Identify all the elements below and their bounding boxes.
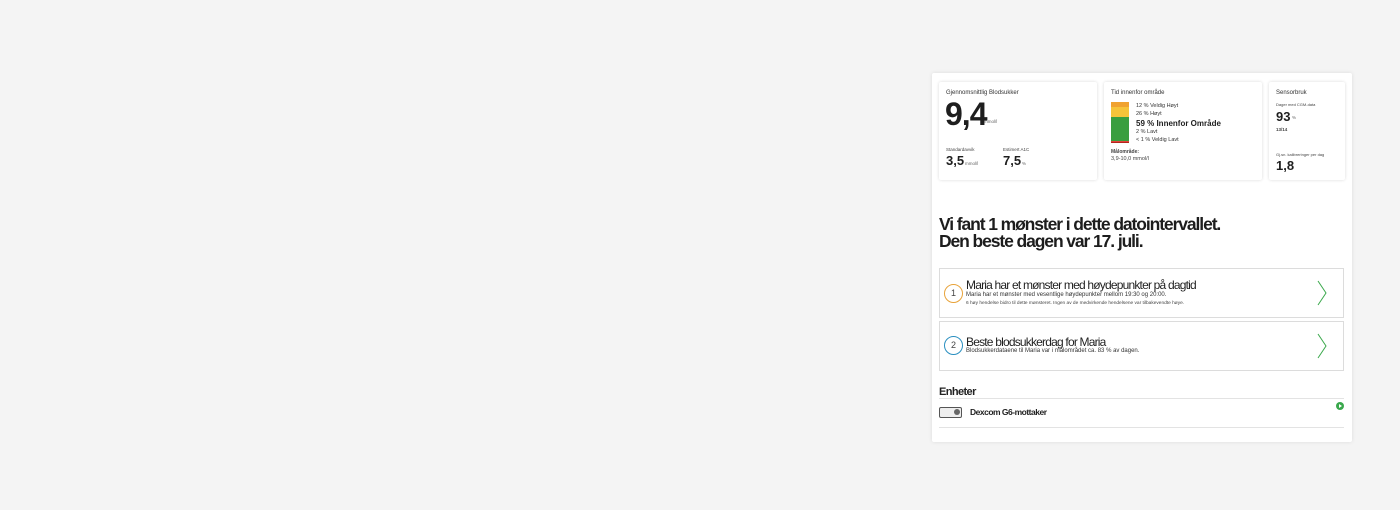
a1c-unit: % [1022, 161, 1027, 166]
a1c-label: Estimert A1C [1003, 147, 1030, 152]
tir-segment-high [1111, 106, 1129, 118]
avg-glucose-card: Gjennomsnittlig Blodsukker 9,4 mmol/l St… [939, 82, 1097, 180]
avg-glucose-value: 9,4 [945, 96, 987, 132]
headline-line-2: Den beste dagen var 17. juli. [939, 231, 1144, 251]
a1c-value: 7,5 [1003, 153, 1022, 168]
tir-stacked-bar [1111, 102, 1129, 143]
time-in-range-card: Tid innenfor område 12 % Veldig Høyt 26 … [1104, 82, 1262, 180]
calibrations-value: 1,8 [1276, 158, 1295, 173]
target-range-label: Målområde: [1111, 149, 1140, 155]
pattern-card-best-day[interactable]: 2 Beste blodsukkerdag for Maria Blodsukk… [939, 321, 1344, 371]
tir-segment-in-range [1111, 117, 1129, 141]
std-dev-label: Standardavvik [946, 147, 975, 152]
devices-title: Enheter [939, 386, 976, 398]
tir-row-very-low: < 1 % Veldig Lavt [1136, 137, 1179, 143]
pattern-card-daytime-highs[interactable]: 1 Maria har et mønster med høydepunkter … [939, 268, 1344, 318]
tir-row-very-high: 12 % Veldig Høyt [1136, 103, 1179, 109]
cgm-days-unit: % [1292, 115, 1297, 120]
tir-title: Tid innenfor område [1111, 90, 1165, 96]
chevron-right-icon[interactable] [1315, 332, 1329, 360]
std-dev-value: 3,5 [946, 153, 965, 168]
pattern-title: Maria har et mønster med høydepunkter på… [966, 278, 1197, 292]
calibrations-label: Gj.sn. kalibreringer per dag [1276, 152, 1325, 157]
tir-row-low: 2 % Lavt [1136, 129, 1158, 135]
cgm-days-value: 93 [1276, 109, 1291, 124]
tir-row-in-range: 59 % Innenfor Område [1136, 119, 1221, 128]
pattern-number-badge: 2 [944, 336, 963, 355]
cgm-days-fraction: 13/14 [1276, 127, 1288, 132]
pattern-title: Beste blodsukkerdag for Maria [966, 335, 1106, 349]
device-name: Dexcom G6-mottaker [970, 407, 1047, 417]
pattern-headline: Vi fant 1 mønster i dette datointervalle… [939, 215, 1339, 251]
tir-row-high: 26 % Høyt [1136, 111, 1162, 117]
device-row[interactable]: Dexcom G6-mottaker [939, 398, 1344, 428]
tir-segment-very-low [1111, 141, 1129, 143]
chevron-right-icon[interactable] [1315, 279, 1329, 307]
sensor-usage-card: Sensorbruk Dager med CGM-data 93 % 13/14… [1269, 82, 1345, 180]
pattern-detail: 6 høy hendelse bidro til dette mønsteret… [966, 301, 1185, 306]
cgm-days-label: Dager med CGM-data [1276, 102, 1316, 107]
avg-glucose-unit: mmol/l [984, 119, 998, 124]
target-range-value: 3,9-10,0 mmol/l [1111, 156, 1149, 162]
pattern-number-badge: 1 [944, 284, 963, 303]
pattern-subtitle: Blodsukkerdataene til Maria var i målomr… [966, 348, 1140, 354]
receiver-icon [939, 407, 962, 418]
std-dev-unit: mmol/l [965, 161, 979, 166]
sensor-title: Sensorbruk [1276, 90, 1307, 96]
pattern-subtitle: Maria har et mønster med vesentlige høyd… [966, 292, 1167, 298]
